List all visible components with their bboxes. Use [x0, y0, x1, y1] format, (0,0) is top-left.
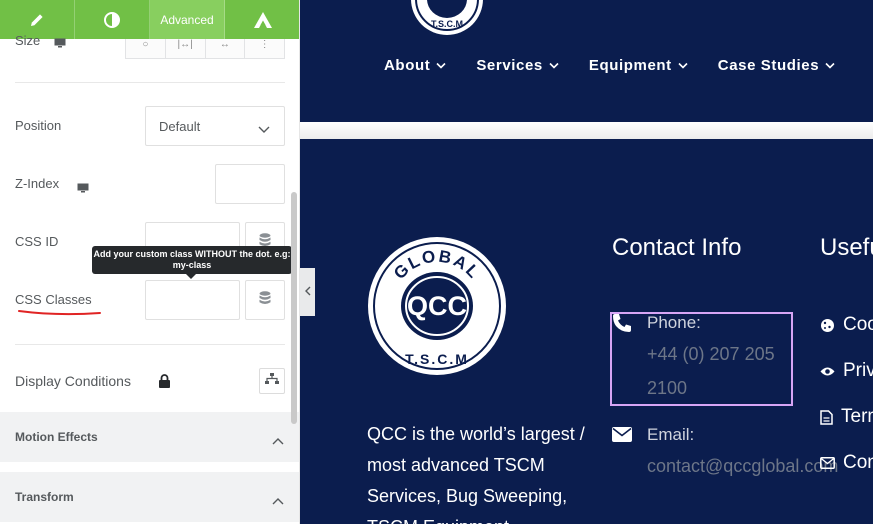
tab-advanced-label: Advanced: [160, 12, 214, 27]
useful-link-privacy[interactable]: Privacy Policy: [820, 360, 873, 382]
header-logo[interactable]: T.S.C.M: [410, 0, 484, 36]
useful-link-label: Cookie Policy: [843, 314, 873, 335]
chevron-down-icon: [825, 62, 835, 69]
useful-link-label: Contact: [843, 452, 873, 473]
css-class-tooltip: Add your custom class WITHOUT the dot. e…: [92, 246, 292, 279]
section-title: Motion Effects: [15, 430, 98, 444]
chevron-down-icon: [258, 121, 270, 139]
logo-bottom-text: T.S.C.M: [405, 351, 469, 367]
tab-pro[interactable]: [225, 0, 299, 39]
monitor-icon[interactable]: [77, 180, 89, 198]
logo-center-text: QCC: [407, 291, 467, 321]
z-index-input[interactable]: [215, 164, 285, 204]
useful-link-label: Terms: [841, 406, 873, 427]
nav-label: Equipment: [588, 57, 672, 74]
display-conditions-button[interactable]: [259, 368, 285, 394]
css-classes-input[interactable]: [145, 280, 240, 320]
phone-value[interactable]: +44 (0) 207 205 2100: [647, 337, 797, 405]
size-control-row: Size ○ |↔| ↔ ⋮: [0, 33, 299, 59]
nav-item-services[interactable]: Services: [476, 57, 559, 74]
email-value[interactable]: contact@qccglobal.com: [647, 449, 838, 483]
chevron-down-icon: [436, 62, 446, 69]
database-icon: [259, 290, 271, 310]
chevron-down-icon: [549, 62, 559, 69]
phone-label: Phone:: [647, 313, 701, 332]
chevron-up-icon: [272, 432, 284, 450]
panel-scrollbar[interactable]: [291, 192, 297, 424]
contrast-icon: [103, 11, 121, 29]
position-select-value: Default: [159, 119, 201, 134]
chevron-down-icon: [678, 62, 688, 69]
css-classes-label: CSS Classes: [15, 292, 92, 307]
nav-item-case-studies[interactable]: Case Studies: [718, 57, 835, 74]
css-classes-dynamic-tags-button[interactable]: [245, 280, 285, 320]
display-conditions-label: Display Conditions: [15, 373, 131, 389]
nav-item-equipment[interactable]: Equipment: [589, 57, 688, 74]
transform-section[interactable]: Transform: [0, 472, 299, 522]
size-option-default[interactable]: ○: [126, 39, 166, 58]
editor-panel: Advanced Size ○ |↔| ↔ ⋮ Position Default…: [0, 0, 300, 524]
css-id-label: CSS ID: [15, 234, 59, 249]
nav-label: About: [384, 57, 431, 74]
nav-label: Services: [476, 57, 543, 74]
nav-label: Case Studies: [717, 57, 820, 74]
monitor-icon[interactable]: [54, 35, 66, 53]
divider: [15, 82, 285, 83]
panel-tab-bar: Advanced: [0, 0, 299, 39]
motion-effects-section[interactable]: Motion Effects: [0, 412, 299, 462]
contact-heading: Contact Info: [612, 234, 742, 261]
document-icon: [820, 409, 833, 425]
about-text: QCC is the world’s largest / most advanc…: [367, 424, 585, 524]
position-select[interactable]: Default: [145, 106, 285, 146]
sitemap-icon: [265, 372, 279, 390]
lock-icon: [158, 374, 171, 393]
useful-link-contact[interactable]: Contact: [820, 452, 873, 474]
chevron-left-icon: [304, 283, 311, 301]
site-preview: T.S.C.M About Services Equipment Case St…: [300, 0, 873, 524]
size-option-full[interactable]: |↔|: [166, 39, 206, 58]
eye-icon: [820, 367, 835, 375]
size-label: Size: [15, 33, 41, 48]
position-label: Position: [15, 118, 62, 133]
email-label: Email:: [647, 425, 695, 444]
envelope-icon: [820, 457, 835, 469]
envelope-icon: [612, 427, 632, 447]
useful-links-heading: Useful Links: [820, 234, 873, 261]
pencil-icon: [28, 11, 46, 29]
divider: [15, 344, 285, 345]
phone-icon: [612, 313, 632, 338]
header-separator: [300, 122, 873, 139]
footer-logo[interactable]: GLOBAL QCC T.S.C.M: [367, 236, 507, 376]
red-underline-annotation: [18, 310, 101, 316]
z-index-label: Z-Index: [15, 176, 60, 191]
size-option-inline[interactable]: ↔: [206, 39, 246, 58]
tab-advanced[interactable]: Advanced: [150, 0, 225, 39]
collapse-panel-handle[interactable]: [300, 268, 315, 316]
a-logo-icon: [253, 11, 272, 28]
useful-link-cookie[interactable]: Cookie Policy: [820, 314, 873, 336]
useful-link-terms[interactable]: Terms: [820, 406, 873, 428]
size-option-custom[interactable]: ⋮: [245, 39, 284, 58]
chevron-up-icon: [272, 492, 284, 510]
header-logo-text: T.S.C.M: [431, 19, 463, 29]
site-footer: GLOBAL QCC T.S.C.M QCC is the world’s la…: [300, 139, 873, 524]
useful-link-label: Privacy Policy: [843, 360, 873, 381]
site-header: T.S.C.M About Services Equipment Case St…: [300, 0, 873, 122]
main-nav: About Services Equipment Case Studies: [384, 57, 865, 74]
tab-style[interactable]: [75, 0, 150, 39]
size-segmented-control[interactable]: ○ |↔| ↔ ⋮: [125, 39, 285, 59]
nav-item-about[interactable]: About: [384, 57, 446, 74]
section-title: Transform: [15, 490, 74, 504]
cookie-icon: [821, 318, 834, 332]
